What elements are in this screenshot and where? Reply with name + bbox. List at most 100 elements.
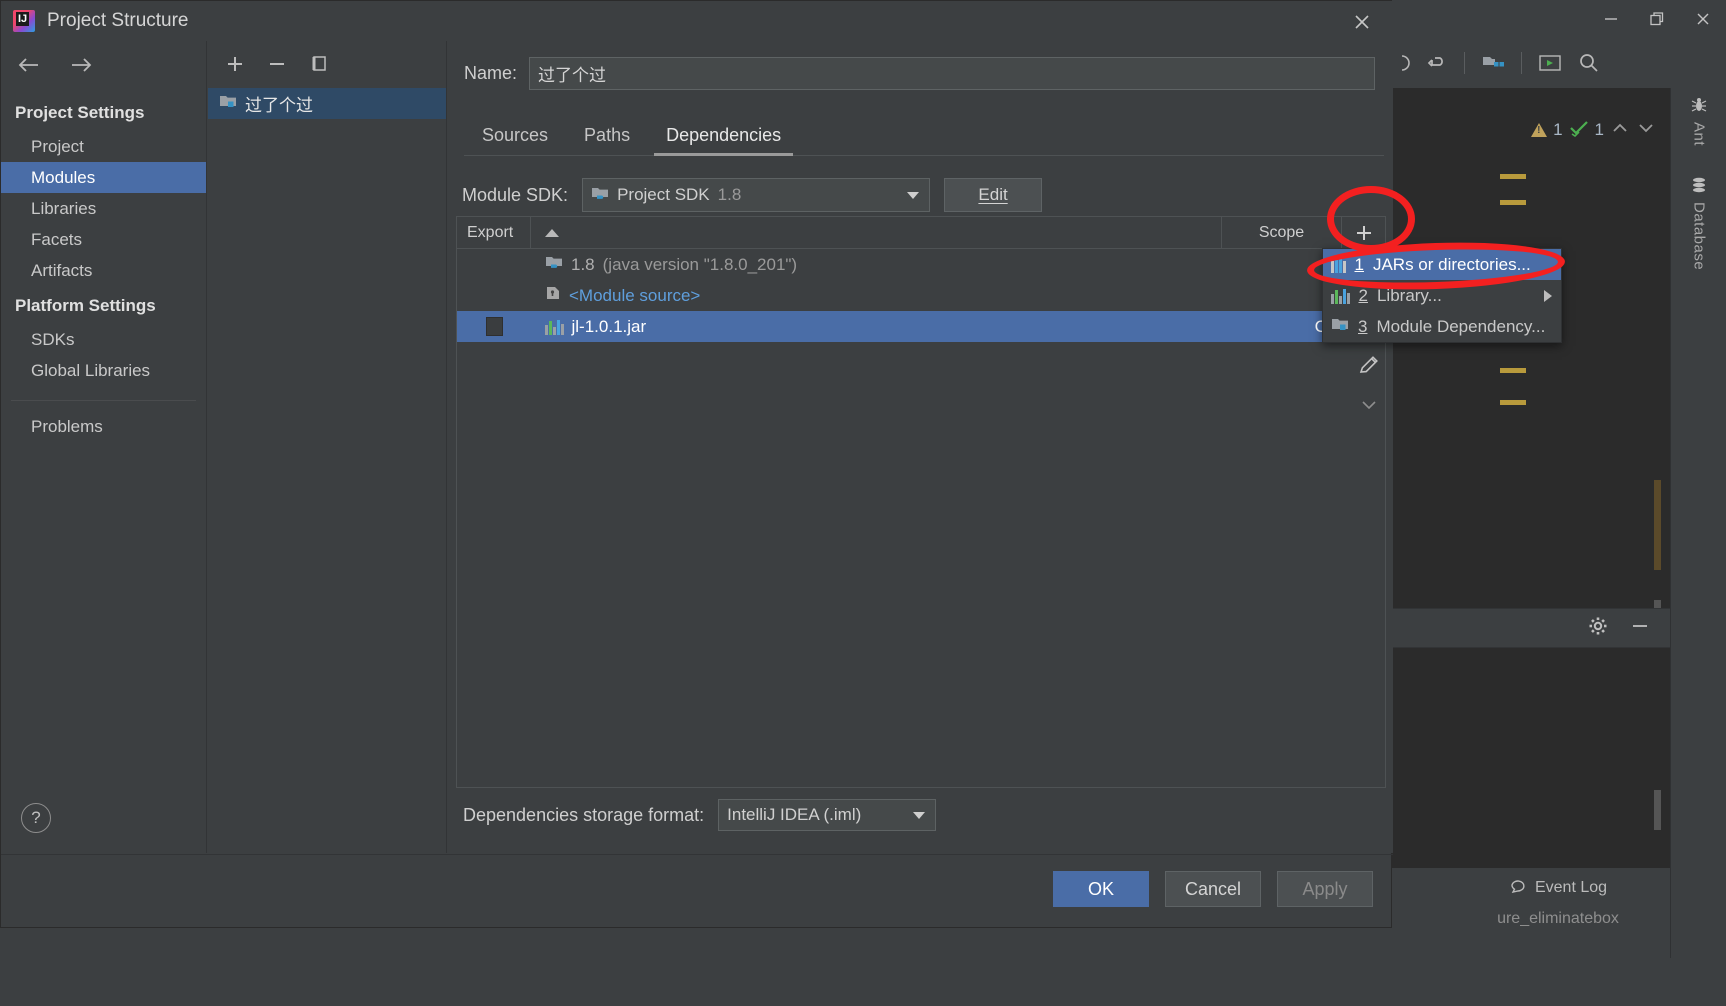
chevron-down-icon (913, 812, 926, 819)
sidebar-tab-database-label: Database (1690, 202, 1708, 271)
module-sdk-row: Module SDK: Project SDK 1.8 Edit (448, 156, 1393, 212)
sidebar-item-sdks[interactable]: SDKs (1, 324, 206, 355)
dependencies-table-header: Export Scope (457, 216, 1385, 249)
help-button[interactable]: ? (21, 803, 51, 833)
menu-item-jars-or-directories[interactable]: 1 JARs or directories... (1323, 249, 1561, 280)
sidebar-item-global-libraries[interactable]: Global Libraries (1, 355, 206, 386)
statusbar-hidden-text: ure_eliminatebox (1497, 910, 1619, 927)
toolbar-separator (1464, 52, 1465, 74)
checkmark-icon (1569, 119, 1589, 142)
toolbar-separator-2 (1521, 52, 1522, 74)
minimize-panel-icon[interactable] (1630, 619, 1650, 638)
module-name-label: Name: (464, 63, 518, 83)
sidebar-item-libraries[interactable]: Libraries (1, 193, 206, 224)
tool-window-area (1390, 638, 1670, 868)
dependency-name-cell: 1.8 (java version "1.8.0_201") (531, 254, 1255, 275)
event-log-label[interactable]: Event Log (1535, 879, 1607, 897)
add-dependency-button[interactable] (1341, 216, 1385, 249)
sidebar-item-modules[interactable]: Modules (1, 162, 206, 193)
module-list-item[interactable]: 过了个过 (208, 88, 446, 119)
dependency-name: 1.8 (571, 254, 595, 274)
tab-dependencies[interactable]: Dependencies (648, 115, 799, 156)
dependency-name-cell: jl-1.0.1.jar (531, 317, 1255, 337)
search-icon[interactable] (1578, 52, 1600, 74)
database-icon (1690, 176, 1708, 198)
export-checkbox[interactable] (485, 317, 503, 336)
java-sdk-icon (591, 185, 609, 206)
ok-button[interactable]: OK (1053, 871, 1149, 907)
sidebar-item-artifacts[interactable]: Artifacts (1, 255, 206, 286)
dependency-name: <Module source> (569, 285, 701, 305)
sidebar-tab-ant[interactable]: Ant (1671, 96, 1726, 146)
column-header-scope[interactable]: Scope (1221, 216, 1341, 249)
chevron-down-icon[interactable] (1636, 120, 1656, 141)
dependencies-table: Export Scope 1.8 (java version "1.8.0_20… (456, 216, 1386, 788)
ide-toolbar (1380, 38, 1726, 88)
module-list-toolbar (208, 41, 446, 88)
project-structure-dialog: Project Structure Project Settings Proje… (0, 0, 1393, 929)
module-tabs: Sources Paths Dependencies (464, 114, 1384, 156)
sidebar-tab-database[interactable]: Database (1671, 176, 1726, 270)
chevron-down-small-icon[interactable] (1360, 398, 1378, 416)
menu-item-number: 3 (1358, 316, 1368, 336)
copy-icon[interactable] (308, 53, 330, 80)
cancel-button[interactable]: Cancel (1165, 871, 1261, 907)
dependency-name-suffix: (java version "1.8.0_201") (602, 254, 798, 274)
dependency-side-actions (1351, 353, 1387, 416)
dependency-name: jl-1.0.1.jar (571, 316, 647, 336)
ant-bug-icon (1690, 96, 1708, 118)
ide-statusbar: Event Log (1390, 868, 1726, 908)
add-dependency-popup-menu: 1 JARs or directories... 2 Library... 3 … (1322, 248, 1562, 343)
warning-count: 1 (1553, 120, 1563, 139)
module-name-input[interactable] (529, 57, 1375, 90)
arrow-right-icon[interactable] (69, 55, 93, 81)
restore-icon[interactable] (1634, 0, 1680, 38)
warning-triangle-icon (1531, 123, 1548, 137)
edit-sdk-button[interactable]: Edit (944, 178, 1043, 212)
plus-icon[interactable] (224, 53, 246, 80)
ide-close-icon[interactable] (1680, 0, 1726, 38)
menu-item-module-dependency[interactable]: 3 Module Dependency... (1323, 311, 1561, 342)
module-sdk-value: Project SDK (617, 185, 710, 204)
chevron-down-icon (907, 192, 920, 199)
ide-statusbar-secondary: ure_eliminatebox (1390, 908, 1726, 1006)
nav-group-platform-settings: Platform Settings (15, 296, 156, 315)
storage-format-row: Dependencies storage format: IntelliJ ID… (463, 799, 937, 831)
tool-window-scrollbar-thumb[interactable] (1654, 790, 1661, 830)
sidebar-item-facets[interactable]: Facets (1, 224, 206, 255)
table-row[interactable]: jl-1.0.1.jar Compile (457, 311, 1385, 342)
menu-item-library[interactable]: 2 Library... (1323, 280, 1561, 311)
ok-count: 1 (1594, 120, 1604, 139)
editor-scrollbar-marker[interactable] (1654, 480, 1661, 570)
export-checkbox-cell[interactable] (457, 317, 531, 336)
dialog-close-icon[interactable] (1349, 9, 1375, 35)
java-sdk-icon (545, 254, 563, 275)
arrow-left-icon[interactable] (17, 55, 41, 81)
column-header-name[interactable] (531, 217, 1221, 249)
edit-pencil-icon[interactable] (1357, 353, 1381, 382)
run-icon[interactable] (1538, 53, 1562, 73)
nav-group-project-settings: Project Settings (15, 103, 145, 122)
menu-item-label: JARs or directories... (1372, 254, 1531, 274)
tab-sources[interactable]: Sources (464, 115, 566, 155)
sidebar-item-project[interactable]: Project (1, 131, 206, 162)
minus-icon[interactable] (266, 53, 288, 80)
partial-circle-icon[interactable] (1390, 53, 1410, 73)
table-row[interactable]: 1.8 (java version "1.8.0_201") (457, 249, 1385, 280)
storage-format-value: IntelliJ IDEA (.iml) (727, 805, 862, 824)
apply-button[interactable]: Apply (1277, 871, 1373, 907)
dialog-footer: OK Cancel Apply (1, 854, 1393, 929)
screen: 1 1 (0, 0, 1726, 1006)
module-sdk-version: 1.8 (717, 185, 742, 204)
minimize-icon[interactable] (1588, 0, 1634, 38)
module-sdk-combobox[interactable]: Project SDK 1.8 (582, 178, 931, 212)
gear-icon[interactable] (1588, 616, 1608, 641)
storage-format-combobox[interactable]: IntelliJ IDEA (.iml) (718, 799, 937, 831)
project-structure-icon[interactable] (1481, 53, 1505, 73)
chevron-up-icon[interactable] (1610, 120, 1630, 141)
sidebar-item-problems[interactable]: Problems (1, 411, 206, 442)
column-header-export[interactable]: Export (457, 216, 531, 249)
tab-paths[interactable]: Paths (566, 115, 648, 155)
undo-icon[interactable] (1426, 52, 1448, 74)
table-row[interactable]: <Module source> (457, 280, 1385, 311)
